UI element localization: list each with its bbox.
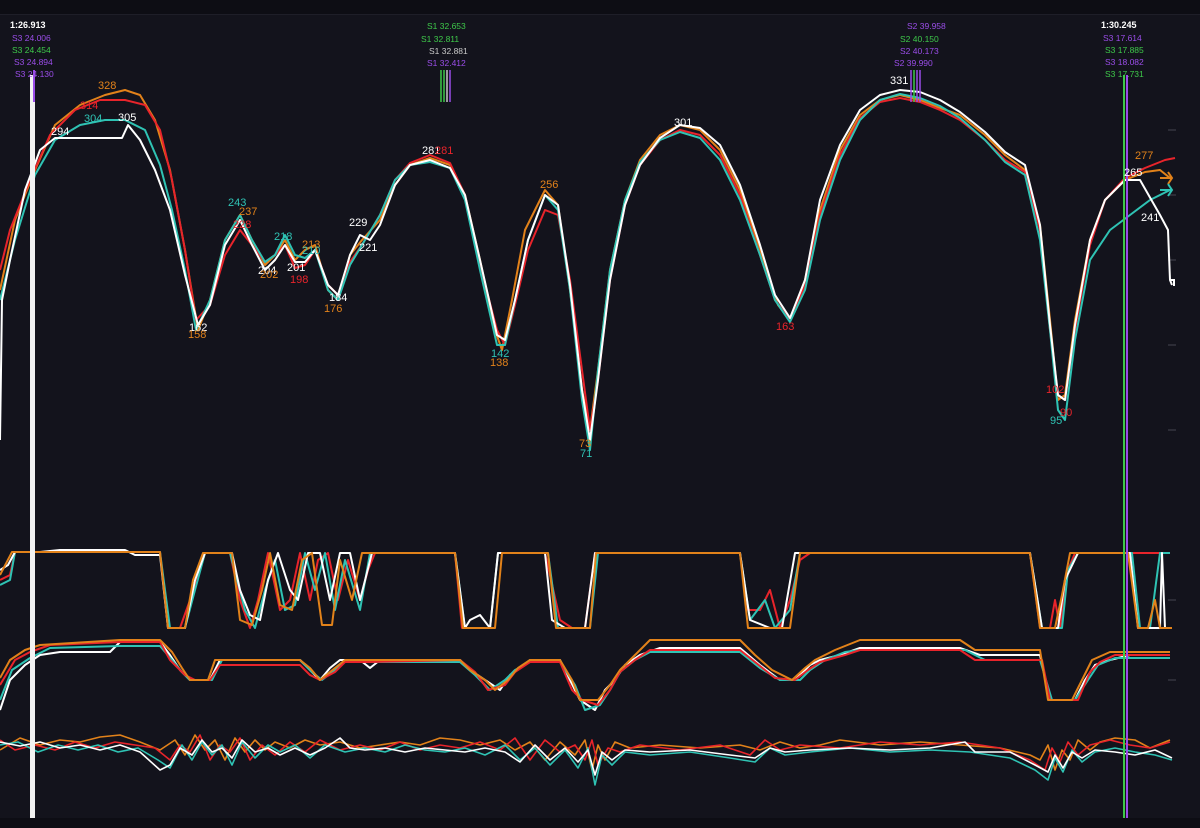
right-axis-ticks xyxy=(1168,129,1176,681)
left-cursor-label: S3 24.006 xyxy=(12,33,51,43)
sector1-label: S1 32.881 xyxy=(429,46,468,56)
right-cursor-label: S3 18.082 xyxy=(1105,57,1144,67)
sector1-label: S1 32.412 xyxy=(427,58,466,68)
speed-traces xyxy=(0,89,1176,451)
speed-label: 198 xyxy=(290,274,308,286)
left-cursor-label: S3 24.454 xyxy=(12,45,51,55)
speed-label: 304 xyxy=(84,113,102,125)
sector2-label: S2 40.150 xyxy=(900,34,939,44)
speed-label: 221 xyxy=(359,242,377,254)
speed-label: 301 xyxy=(674,117,692,129)
right-cursor-label: S3 17.885 xyxy=(1105,45,1144,55)
left-cursor-label: S3 24.130 xyxy=(15,69,54,79)
speed-label: 158 xyxy=(188,329,206,341)
telemetry-chart[interactable]: 1:26.913 S3 24.006 S3 24.454 S3 24.894 S… xyxy=(0,0,1200,828)
lateral-traces xyxy=(0,734,1173,786)
speed-label: 256 xyxy=(540,179,558,191)
cursor-labels: 1:26.913 S3 24.006 S3 24.454 S3 24.894 S… xyxy=(10,20,1144,79)
throttle-trace-red xyxy=(0,551,1170,629)
speed-label: 90 xyxy=(1060,407,1072,419)
speed-trace-white xyxy=(0,89,1173,441)
speed-label: 163 xyxy=(776,321,794,333)
gear-trace-orange xyxy=(0,639,1170,701)
right-cursor-title: 1:30.245 xyxy=(1101,20,1137,30)
speed-label: 294 xyxy=(51,126,69,138)
speed-label: 229 xyxy=(349,217,367,229)
speed-label: 265 xyxy=(1124,167,1142,179)
speed-label: 138 xyxy=(490,357,508,369)
right-cursor[interactable] xyxy=(1123,75,1128,818)
speed-label: 102 xyxy=(1046,384,1064,396)
gear-traces xyxy=(0,639,1170,711)
sector2-label: S2 40.173 xyxy=(900,46,939,56)
sector-markers xyxy=(440,70,921,102)
speed-label: 281 xyxy=(435,145,453,157)
left-cursor-title: 1:26.913 xyxy=(10,20,46,30)
left-cursor-label: S3 24.894 xyxy=(14,57,53,67)
speed-label: 210 xyxy=(302,245,320,257)
throttle-trace-white xyxy=(0,549,1170,629)
telemetry-viewer[interactable]: 1:26.913 S3 24.006 S3 24.454 S3 24.894 S… xyxy=(0,0,1200,828)
speed-label: 71 xyxy=(580,448,592,460)
sector2-label: S2 39.990 xyxy=(894,58,933,68)
speed-label: 218 xyxy=(274,231,292,243)
gear-trace-red xyxy=(0,641,1170,706)
sector1-label: S1 32.653 xyxy=(427,21,466,31)
throttle-traces xyxy=(0,549,1172,629)
speed-label: 277 xyxy=(1135,150,1153,162)
speed-label: 241 xyxy=(1141,212,1159,224)
throttle-trace-cyan xyxy=(0,551,1170,629)
right-cursor-label: S3 17.731 xyxy=(1105,69,1144,79)
speed-label: 314 xyxy=(80,100,98,112)
speed-label: 201 xyxy=(287,262,305,274)
speed-label: 228 xyxy=(233,219,251,231)
sector1-label: S1 32.811 xyxy=(421,34,459,44)
speed-label: 176 xyxy=(324,303,342,315)
speed-label: 202 xyxy=(260,269,278,281)
speed-label: 237 xyxy=(239,206,257,218)
speed-label: 328 xyxy=(98,80,116,92)
right-cursor-label: S3 17.614 xyxy=(1103,33,1142,43)
left-cursor[interactable] xyxy=(30,70,35,818)
speed-label: 305 xyxy=(118,112,136,124)
speed-label: 331 xyxy=(890,75,908,87)
sector2-label: S2 39.958 xyxy=(907,21,946,31)
left-cursor-line[interactable] xyxy=(30,75,35,818)
